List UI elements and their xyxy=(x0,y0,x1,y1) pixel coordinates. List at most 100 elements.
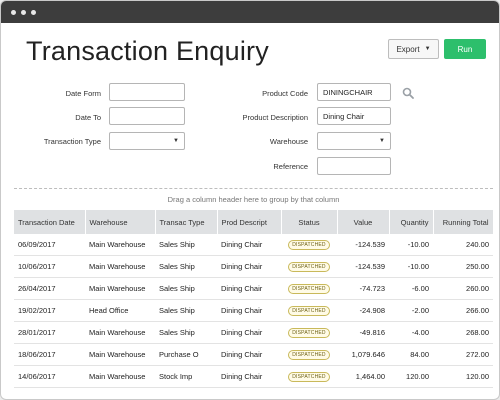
cell-status: DISPATCHED xyxy=(281,321,337,344)
cell-quantity: 84.00 xyxy=(389,343,433,366)
table-row[interactable]: 26/04/2017 Main Warehouse Sales Ship Din… xyxy=(14,277,493,300)
cell-transaction-type: Sales Ship xyxy=(155,321,217,344)
status-badge: DISPATCHED xyxy=(288,372,330,382)
date-from-label: Date Form xyxy=(65,89,101,98)
transaction-type-select[interactable]: ▼ xyxy=(109,132,185,150)
group-by-drop-area[interactable]: Drag a column header here to group by th… xyxy=(14,188,493,211)
cell-value: -49.816 xyxy=(337,321,389,344)
window-titlebar xyxy=(1,1,499,23)
chevron-down-icon: ▼ xyxy=(173,138,179,144)
chevron-down-icon: ▼ xyxy=(379,138,385,144)
cell-running-total: 272.00 xyxy=(433,343,493,366)
cell-transaction-date: 18/06/2017 xyxy=(14,343,85,366)
column-header-warehouse[interactable]: Warehouse xyxy=(85,210,156,234)
table-row[interactable]: 19/02/2017 Head Office Sales Ship Dining… xyxy=(14,299,493,322)
reference-label: Reference xyxy=(273,162,308,171)
chevron-down-icon: ▼ xyxy=(424,46,431,52)
cell-product-link[interactable]: Dining Chair xyxy=(217,234,281,256)
app-window: Transaction Enquiry Export ▼ Run Date Fo… xyxy=(0,0,500,400)
status-badge: DISPATCHED xyxy=(288,350,330,360)
column-header-quantity[interactable]: Quantity xyxy=(389,210,434,234)
cell-quantity: 120.00 xyxy=(389,365,433,388)
warehouse-label: Warehouse xyxy=(269,137,308,146)
cell-product-link[interactable]: Dining Chair xyxy=(217,365,281,388)
cell-quantity: -2.00 xyxy=(389,299,433,322)
cell-status: DISPATCHED xyxy=(281,365,337,388)
cell-value: -124.539 xyxy=(337,234,389,256)
product-description-input[interactable]: Dining Chair xyxy=(317,107,391,125)
cell-transaction-type: Stock Imp xyxy=(155,365,217,388)
cell-quantity: -10.00 xyxy=(389,255,433,278)
status-badge: DISPATCHED xyxy=(288,284,330,294)
cell-status: DISPATCHED xyxy=(281,255,337,278)
status-badge: DISPATCHED xyxy=(288,306,330,316)
cell-transaction-date: 19/02/2017 xyxy=(14,299,85,322)
column-header-running-total[interactable]: Running Total xyxy=(433,210,494,234)
grid-header-row: Transaction Date Warehouse Transac Type … xyxy=(14,210,494,234)
cell-running-total: 260.00 xyxy=(433,277,493,300)
column-header-status[interactable]: Status xyxy=(281,210,338,234)
table-row[interactable]: 10/06/2017 Main Warehouse Sales Ship Din… xyxy=(14,255,493,278)
cell-value: -74.723 xyxy=(337,277,389,300)
product-code-label: Product Code xyxy=(262,89,308,98)
cell-status: DISPATCHED xyxy=(281,299,337,322)
table-row[interactable]: 18/06/2017 Main Warehouse Purchase O Din… xyxy=(14,343,493,366)
cell-warehouse-link[interactable]: Main Warehouse xyxy=(85,343,155,366)
cell-running-total: 240.00 xyxy=(433,234,493,256)
cell-warehouse-link[interactable]: Main Warehouse xyxy=(85,365,155,388)
table-row[interactable]: 06/09/2017 Main Warehouse Sales Ship Din… xyxy=(14,234,493,256)
cell-warehouse-link[interactable]: Main Warehouse xyxy=(85,255,155,278)
reference-input[interactable] xyxy=(317,157,391,175)
date-from-input[interactable] xyxy=(109,83,185,101)
status-badge: DISPATCHED xyxy=(288,240,330,250)
date-to-input[interactable] xyxy=(109,107,185,125)
cell-transaction-date: 10/06/2017 xyxy=(14,255,85,278)
cell-warehouse-link[interactable]: Head Office xyxy=(85,299,155,322)
cell-transaction-type: Purchase O xyxy=(155,343,217,366)
column-header-transaction-type[interactable]: Transac Type xyxy=(155,210,218,234)
table-row[interactable]: 14/06/2017 Main Warehouse Stock Imp Dini… xyxy=(14,365,493,388)
status-badge: DISPATCHED xyxy=(288,328,330,338)
window-dot[interactable] xyxy=(11,9,16,15)
cell-product-link[interactable]: Dining Chair xyxy=(217,299,281,322)
cell-quantity: -6.00 xyxy=(389,277,433,300)
warehouse-select[interactable]: ▼ xyxy=(317,132,391,150)
date-to-label: Date To xyxy=(75,113,101,122)
cell-transaction-type: Sales Ship xyxy=(155,277,217,300)
search-icon[interactable] xyxy=(402,87,414,99)
transaction-grid: Transaction Date Warehouse Transac Type … xyxy=(14,210,494,388)
column-header-value[interactable]: Value xyxy=(337,210,390,234)
column-header-transaction-date[interactable]: Transaction Date xyxy=(14,210,86,234)
cell-transaction-type: Sales Ship xyxy=(155,299,217,322)
cell-value: -124.539 xyxy=(337,255,389,278)
cell-quantity: -10.00 xyxy=(389,234,433,256)
cell-product-link[interactable]: Dining Chair xyxy=(217,343,281,366)
cell-value: 1,079.646 xyxy=(337,343,389,366)
table-row[interactable]: 28/01/2017 Main Warehouse Sales Ship Din… xyxy=(14,321,493,344)
product-code-input[interactable]: DININGCHAIR xyxy=(317,83,391,101)
cell-transaction-date: 28/01/2017 xyxy=(14,321,85,344)
cell-warehouse-link[interactable]: Main Warehouse xyxy=(85,234,155,256)
cell-running-total: 120.00 xyxy=(433,365,493,388)
cell-transaction-type: Sales Ship xyxy=(155,234,217,256)
cell-product-link[interactable]: Dining Chair xyxy=(217,255,281,278)
window-dot[interactable] xyxy=(31,9,36,15)
cell-running-total: 266.00 xyxy=(433,299,493,322)
run-button[interactable]: Run xyxy=(444,39,486,59)
cell-value: -24.908 xyxy=(337,299,389,322)
column-header-product-description[interactable]: Prod Descript xyxy=(217,210,282,234)
export-button[interactable]: Export ▼ xyxy=(388,39,439,59)
export-button-label: Export xyxy=(396,44,420,54)
window-dot[interactable] xyxy=(21,9,26,15)
cell-running-total: 250.00 xyxy=(433,255,493,278)
cell-status: DISPATCHED xyxy=(281,343,337,366)
cell-product-link[interactable]: Dining Chair xyxy=(217,321,281,344)
cell-value: 1,464.00 xyxy=(337,365,389,388)
cell-running-total: 268.00 xyxy=(433,321,493,344)
cell-transaction-type: Sales Ship xyxy=(155,255,217,278)
cell-product-link[interactable]: Dining Chair xyxy=(217,277,281,300)
cell-warehouse-link[interactable]: Main Warehouse xyxy=(85,321,155,344)
cell-status: DISPATCHED xyxy=(281,234,337,256)
cell-transaction-date: 06/09/2017 xyxy=(14,234,85,256)
cell-warehouse-link[interactable]: Main Warehouse xyxy=(85,277,155,300)
